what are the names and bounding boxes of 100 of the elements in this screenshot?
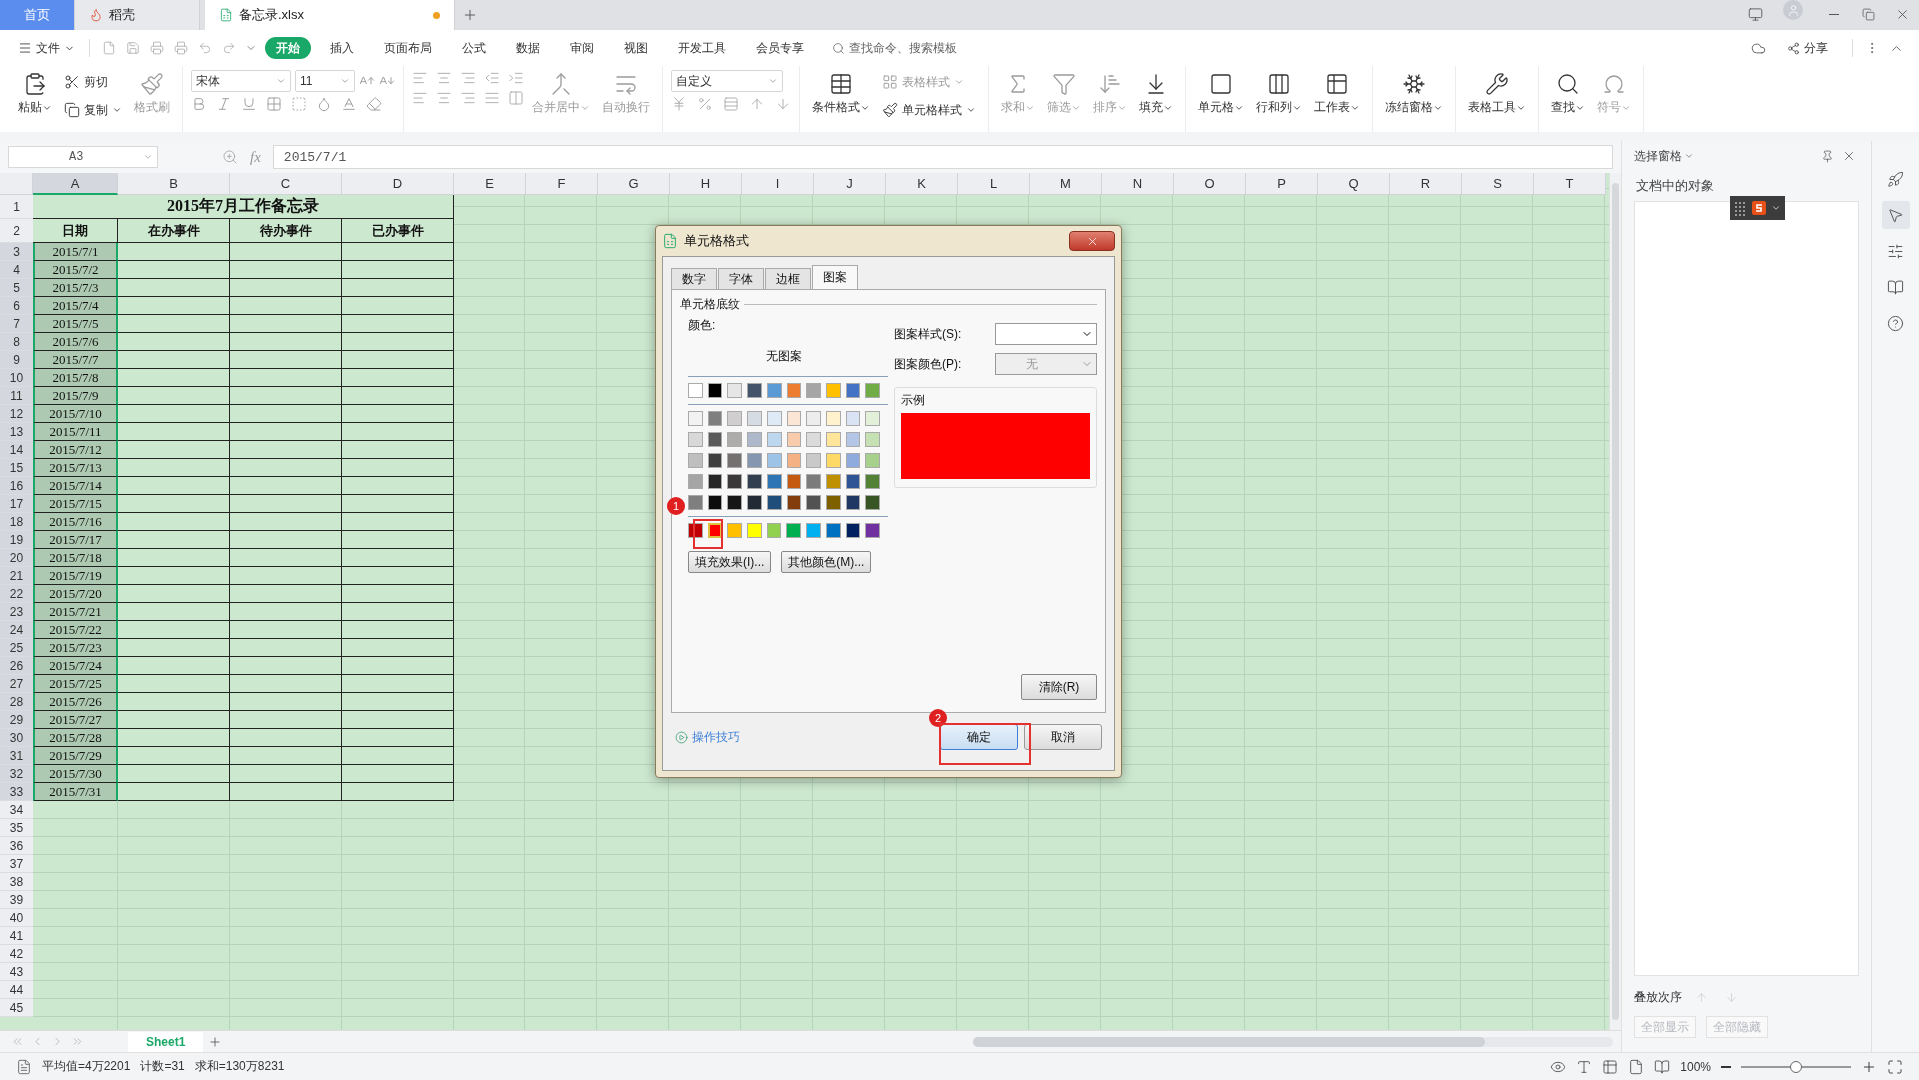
date-cell[interactable]: 2015/7/14 — [33, 477, 118, 495]
row-header[interactable]: 17 — [0, 495, 33, 513]
row-header[interactable]: 18 — [0, 513, 33, 531]
row-header[interactable]: 45 — [0, 999, 33, 1017]
dialog-tab[interactable]: 图案 — [812, 265, 858, 289]
column-header[interactable]: N — [1102, 173, 1174, 195]
date-cell[interactable]: 2015/7/23 — [33, 639, 118, 657]
row-header[interactable]: 33 — [0, 783, 33, 801]
row-header[interactable]: 20 — [0, 549, 33, 567]
ribbon-button[interactable]: 查找 — [1547, 70, 1589, 126]
date-cell[interactable]: 2015/7/3 — [33, 279, 118, 297]
date-cell[interactable]: 2015/7/15 — [33, 495, 118, 513]
row-header[interactable]: 21 — [0, 567, 33, 585]
date-cell[interactable]: 2015/7/17 — [33, 531, 118, 549]
date-cell[interactable]: 2015/7/25 — [33, 675, 118, 693]
row-header[interactable]: 10 — [0, 369, 33, 387]
dialog-tab[interactable]: 数字 — [671, 268, 717, 289]
column-header[interactable]: H — [670, 173, 742, 195]
row-header[interactable]: 36 — [0, 837, 33, 855]
ribbon-button[interactable]: 条件格式 — [808, 70, 874, 126]
row-header[interactable]: 12 — [0, 405, 33, 423]
document-tab[interactable]: 备忘录.xlsx — [205, 0, 455, 30]
date-cell[interactable]: 2015/7/12 — [33, 441, 118, 459]
row-header[interactable]: 7 — [0, 315, 33, 333]
pane-title[interactable]: 选择窗格 — [1634, 147, 1682, 165]
font-select[interactable]: 宋体 — [191, 70, 291, 92]
ribbon-button[interactable]: 表格工具 — [1464, 70, 1530, 126]
row-header[interactable]: 39 — [0, 891, 33, 909]
row-header[interactable]: 28 — [0, 693, 33, 711]
row-header[interactable]: 9 — [0, 351, 33, 369]
clear-button[interactable]: 清除(R) — [1021, 674, 1097, 700]
row-header[interactable]: 14 — [0, 441, 33, 459]
ribbon-button[interactable]: 填充 — [1135, 70, 1177, 126]
zoom-level[interactable]: 100% — [1680, 1059, 1711, 1074]
column-header[interactable]: I — [742, 173, 814, 195]
column-header[interactable]: R — [1390, 173, 1462, 195]
date-cell[interactable]: 2015/7/27 — [33, 711, 118, 729]
row-header[interactable]: 24 — [0, 621, 33, 639]
column-header[interactable]: E — [454, 173, 526, 195]
fill-effects-button[interactable]: 填充效果(I)... — [688, 551, 772, 573]
column-header[interactable]: L — [958, 173, 1030, 195]
row-header[interactable]: 6 — [0, 297, 33, 315]
command-search[interactable]: 查找命令、搜索模板 — [826, 38, 963, 58]
row-header[interactable]: 40 — [0, 909, 33, 927]
tips-link[interactable]: 操作技巧 — [675, 728, 740, 746]
column-header[interactable]: O — [1174, 173, 1246, 195]
ribbon-button[interactable]: 工作表 — [1310, 70, 1364, 126]
row-header[interactable]: 1 — [0, 195, 33, 219]
date-cell[interactable]: 2015/7/21 — [33, 603, 118, 621]
date-cell[interactable]: 2015/7/13 — [33, 459, 118, 477]
row-header[interactable]: 15 — [0, 459, 33, 477]
ribbon-button[interactable]: 粘贴 — [14, 70, 56, 126]
column-header[interactable]: A — [33, 173, 118, 195]
date-cell[interactable]: 2015/7/10 — [33, 405, 118, 423]
menu-tab[interactable]: 视图 — [613, 37, 659, 59]
row-header[interactable]: 42 — [0, 945, 33, 963]
date-cell[interactable]: 2015/7/4 — [33, 297, 118, 315]
ribbon-button[interactable]: 单元格 — [1194, 70, 1248, 126]
row-header[interactable]: 32 — [0, 765, 33, 783]
row-header[interactable]: 29 — [0, 711, 33, 729]
menu-tab[interactable]: 插入 — [319, 37, 365, 59]
cancel-button[interactable]: 取消 — [1024, 724, 1102, 750]
dialog-tab[interactable]: 边框 — [765, 268, 811, 289]
ribbon-button[interactable]: 冻结窗格 — [1381, 70, 1447, 126]
column-header[interactable]: K — [886, 173, 958, 195]
column-header[interactable]: S — [1462, 173, 1534, 195]
row-header[interactable]: 3 — [0, 243, 33, 261]
date-cell[interactable]: 2015/7/6 — [33, 333, 118, 351]
dialog-tab[interactable]: 字体 — [718, 268, 764, 289]
row-header[interactable]: 8 — [0, 333, 33, 351]
row-header[interactable]: 44 — [0, 981, 33, 999]
row-header[interactable]: 4 — [0, 261, 33, 279]
ribbon-button[interactable]: 单元格样式 — [878, 98, 980, 122]
date-cell[interactable]: 2015/7/9 — [33, 387, 118, 405]
number-format-select[interactable]: 自定义 — [671, 70, 783, 92]
row-header[interactable]: 27 — [0, 675, 33, 693]
ribbon-button[interactable]: 行和列 — [1252, 70, 1306, 126]
row-header[interactable]: 35 — [0, 819, 33, 837]
share-button[interactable]: 分享 — [1781, 38, 1834, 58]
row-header[interactable]: 13 — [0, 423, 33, 441]
date-cell[interactable]: 2015/7/11 — [33, 423, 118, 441]
row-header[interactable]: 31 — [0, 747, 33, 765]
row-header[interactable]: 43 — [0, 963, 33, 981]
ribbon-button[interactable]: 剪切 — [60, 70, 126, 94]
date-cell[interactable]: 2015/7/18 — [33, 549, 118, 567]
row-header[interactable]: 23 — [0, 603, 33, 621]
column-header[interactable]: P — [1246, 173, 1318, 195]
ok-button[interactable]: 确定 — [940, 724, 1018, 750]
date-cell[interactable]: 2015/7/20 — [33, 585, 118, 603]
row-header[interactable]: 34 — [0, 801, 33, 819]
menu-tab[interactable]: 数据 — [505, 37, 551, 59]
menu-tab[interactable]: 公式 — [451, 37, 497, 59]
column-header[interactable]: D — [342, 173, 454, 195]
formula-field[interactable]: 2015/7/1 — [272, 145, 1613, 169]
date-cell[interactable]: 2015/7/26 — [33, 693, 118, 711]
date-cell[interactable]: 2015/7/8 — [33, 369, 118, 387]
menu-tab[interactable]: 页面布局 — [373, 37, 443, 59]
no-pattern-option[interactable]: 无图案 — [766, 348, 802, 365]
row-header[interactable]: 22 — [0, 585, 33, 603]
menu-tab[interactable]: 会员专享 — [745, 37, 815, 59]
